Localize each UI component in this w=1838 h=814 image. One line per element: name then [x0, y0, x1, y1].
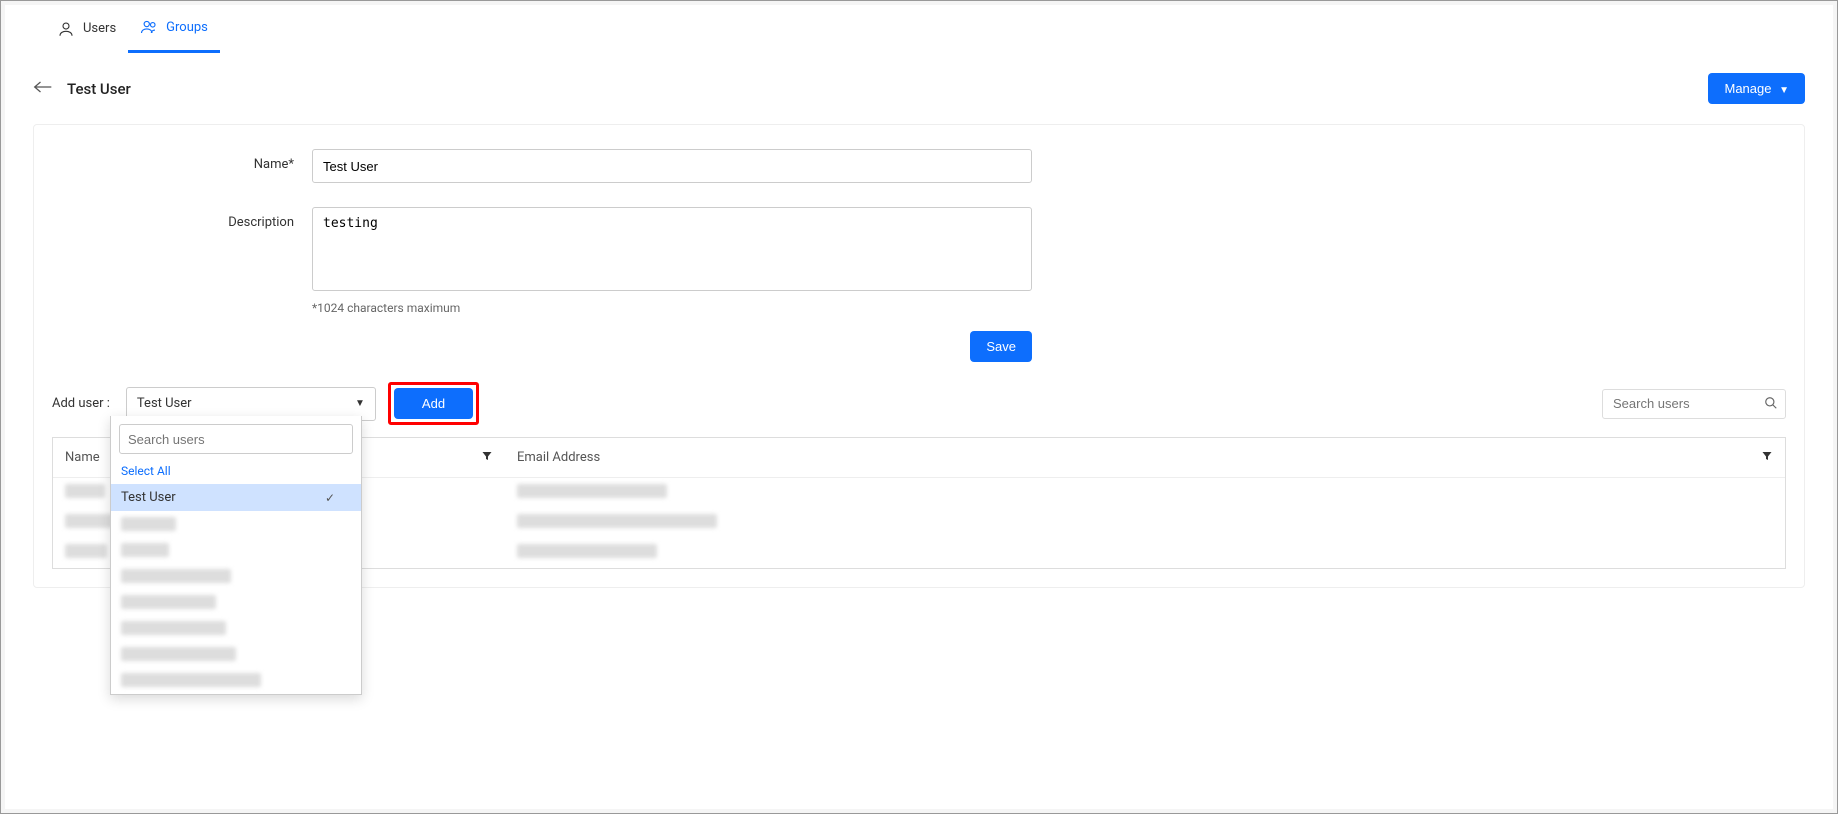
- tab-users[interactable]: Users: [45, 5, 128, 53]
- save-button[interactable]: Save: [970, 331, 1032, 362]
- caret-down-icon: ▼: [1779, 85, 1789, 96]
- dropdown-search-input[interactable]: [119, 424, 353, 454]
- dropdown-item-selected[interactable]: Test User ✓: [111, 484, 361, 511]
- dropdown-item[interactable]: [111, 589, 361, 615]
- dropdown-item[interactable]: [111, 615, 361, 641]
- dropdown-item-label: Test User: [121, 490, 176, 505]
- user-combo-value: Test User: [137, 396, 192, 411]
- dropdown-item[interactable]: [111, 641, 361, 667]
- check-icon: ✓: [325, 491, 335, 505]
- user-icon: [57, 20, 75, 38]
- tab-groups[interactable]: Groups: [128, 5, 220, 53]
- tab-users-label: Users: [83, 21, 116, 36]
- description-input[interactable]: [312, 207, 1032, 291]
- page-header: Test User Manage ▼: [5, 53, 1833, 124]
- name-input[interactable]: [312, 149, 1032, 183]
- filter-icon[interactable]: [1761, 450, 1773, 465]
- dropdown-item[interactable]: [111, 511, 361, 537]
- row-description: Description *1024 characters maximum: [52, 207, 1786, 315]
- select-all-link[interactable]: Select All: [111, 462, 361, 484]
- row-name: Name*: [52, 149, 1786, 183]
- main-panel: Name* Description *1024 characters maxim…: [33, 124, 1805, 588]
- table-search: [1602, 389, 1786, 419]
- add-user-label: Add user :: [52, 396, 110, 411]
- page-title: Test User: [67, 80, 131, 98]
- add-user-row: Add user : Test User ▼ Add Select All: [52, 382, 1786, 425]
- dropdown-list[interactable]: Test User ✓: [111, 484, 361, 694]
- filter-icon[interactable]: [481, 450, 493, 465]
- manage-button[interactable]: Manage ▼: [1708, 73, 1805, 104]
- caret-down-icon: ▼: [355, 398, 365, 409]
- dropdown-item[interactable]: [111, 563, 361, 589]
- table-search-input[interactable]: [1602, 389, 1786, 419]
- back-arrow-icon[interactable]: [33, 79, 53, 99]
- add-button[interactable]: Add: [394, 388, 473, 419]
- add-button-highlight: Add: [388, 382, 479, 425]
- column-header-email[interactable]: Email Address: [505, 450, 1785, 465]
- dropdown-item[interactable]: [111, 537, 361, 563]
- tab-groups-label: Groups: [166, 20, 208, 35]
- manage-button-label: Manage: [1724, 81, 1771, 96]
- user-dropdown: Select All Test User ✓: [110, 416, 362, 695]
- search-icon: [1764, 396, 1778, 414]
- group-icon: [140, 18, 158, 36]
- column-email-label: Email Address: [517, 450, 600, 465]
- description-hint: *1024 characters maximum: [312, 301, 1032, 315]
- name-label: Name*: [52, 149, 312, 172]
- description-label: Description: [52, 207, 312, 230]
- dropdown-item[interactable]: [111, 693, 361, 694]
- tabs-bar: Users Groups: [5, 5, 1833, 53]
- column-name-label: Name: [65, 450, 100, 465]
- dropdown-item[interactable]: [111, 667, 361, 693]
